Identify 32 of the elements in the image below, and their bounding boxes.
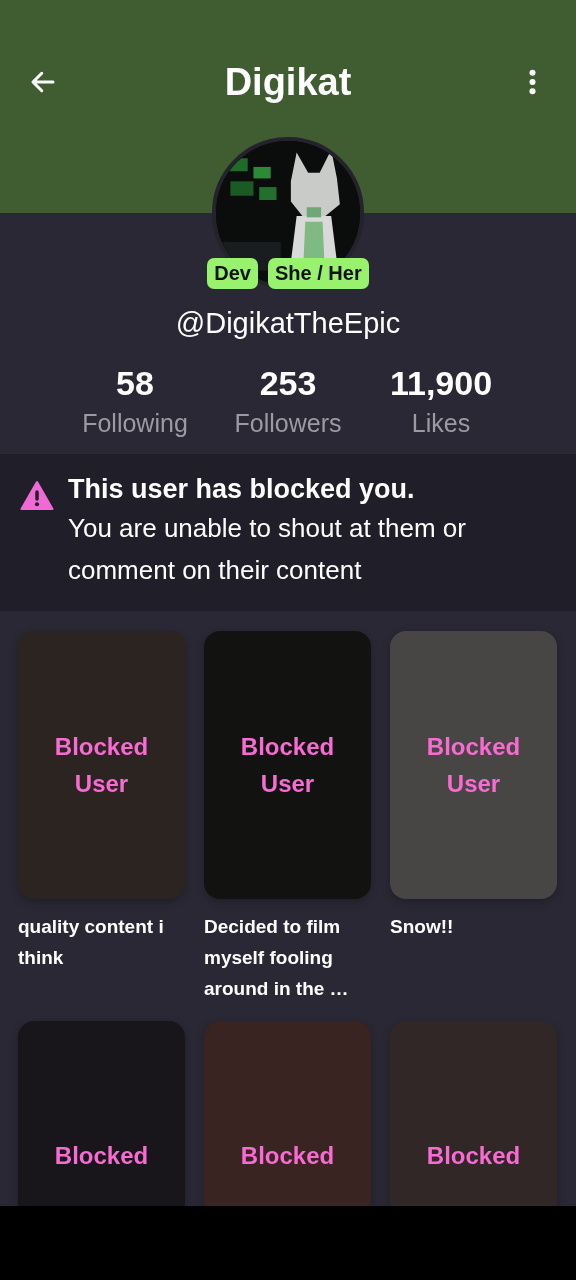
- post-caption: quality content i think: [18, 915, 165, 970]
- video-thumbnail[interactable]: Blocked User: [204, 631, 371, 899]
- blocked-label: Blocked: [53, 1140, 150, 1171]
- blocked-label: Blocked: [239, 1140, 336, 1171]
- post-caption: Snow!!: [390, 915, 455, 939]
- video-thumbnail[interactable]: Blocked: [390, 1021, 557, 1206]
- profile-badge: Dev: [207, 258, 258, 289]
- blocked-label: Blocked: [425, 1140, 522, 1171]
- more-options-icon: [529, 69, 537, 95]
- stat-item[interactable]: 58 Following: [58, 364, 212, 438]
- stat-item[interactable]: 253 Followers: [211, 364, 365, 438]
- profile-title: Digikat: [224, 60, 352, 104]
- stat-value: 11,900: [389, 364, 493, 403]
- blocked-label: Blocked User: [239, 732, 336, 799]
- video-thumbnail[interactable]: Blocked: [204, 1021, 371, 1206]
- stat-value: 253: [259, 364, 317, 403]
- blocked-label: Blocked User: [53, 732, 150, 799]
- notice-message: You are unable to shout at them or comment on their content: [68, 512, 467, 587]
- video-thumbnail[interactable]: Blocked User: [390, 631, 557, 899]
- stat-label: Likes: [411, 409, 471, 438]
- warning-icon: [20, 480, 54, 511]
- username: @DigikatTheEpic: [175, 307, 401, 340]
- stat-value: 58: [116, 364, 154, 403]
- notice-title: This user has blocked you.: [68, 474, 416, 505]
- stat-item[interactable]: 11,900 Likes: [364, 364, 518, 438]
- stat-label: Followers: [234, 409, 342, 438]
- profile-badge: She / Her: [268, 258, 369, 289]
- video-thumbnail[interactable]: Blocked User: [18, 631, 185, 899]
- video-thumbnail[interactable]: Blocked: [18, 1021, 185, 1206]
- stat-label: Following: [82, 409, 188, 438]
- post-caption: Decided to film myself fooling around in the …: [204, 915, 350, 1001]
- blocked-label: Blocked User: [425, 732, 522, 799]
